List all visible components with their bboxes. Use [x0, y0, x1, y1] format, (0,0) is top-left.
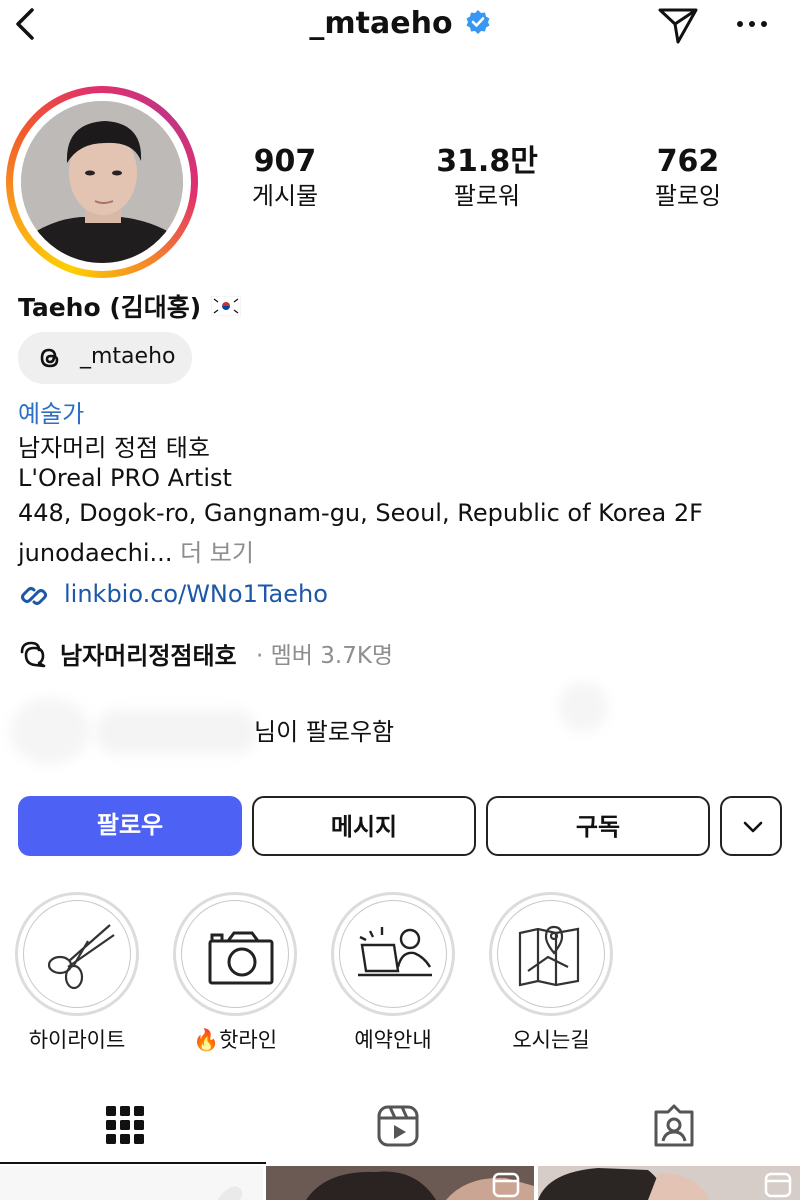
followed-by-row[interactable]: 님이 팔로우함 [10, 682, 610, 766]
highlight-cover [181, 900, 289, 1008]
map-icon [518, 925, 580, 987]
bio-truncated-line: junodaechi... 더 보기 [18, 533, 254, 568]
active-tab-indicator [0, 1162, 266, 1164]
message-button[interactable]: 메시지 [252, 796, 476, 856]
highlight-cover [339, 900, 447, 1008]
highlight-label: 하이라이트 [28, 1028, 126, 1052]
highlight-cover [23, 900, 131, 1008]
bio-truncated-text: junodaechi... [18, 539, 173, 567]
channel-member-count: · 멤버 3.7K명 [256, 643, 394, 669]
username-text: _mtaeho [309, 6, 453, 41]
suggested-accounts-button[interactable] [720, 796, 782, 856]
threads-icon [40, 348, 59, 368]
verified-badge-icon [466, 9, 490, 34]
scissors-icon [47, 924, 115, 990]
laptop-person-icon [358, 927, 432, 977]
highlight-label: 🔥핫라인 [172, 1024, 298, 1054]
avatar [21, 101, 183, 263]
post-thumbnail[interactable] [538, 1166, 800, 1200]
stat-following-label: 팔로잉 [654, 182, 722, 210]
threads-badge[interactable]: _mtaeho [18, 332, 192, 384]
grid-icon[interactable] [104, 1104, 146, 1146]
follower-avatars-blurred [10, 698, 90, 764]
bio-line: 남자머리 정점 태호 [18, 434, 210, 462]
highlight-item[interactable]: 예약안내 [330, 892, 456, 1054]
follower-names-blurred [96, 710, 256, 754]
highlight-item[interactable]: 🔥핫라인 [172, 892, 298, 1054]
korea-flag-icon [211, 296, 242, 316]
profile-name-text: Taeho (김대홍) [18, 293, 202, 322]
fire-emoji: 🔥 [192, 1028, 220, 1052]
threads-handle: _mtaeho [80, 344, 176, 369]
camera-icon [208, 931, 274, 985]
highlight-label-text: 핫라인 [219, 1028, 278, 1052]
more-icon[interactable] [732, 8, 772, 38]
highlight-ring [331, 892, 455, 1016]
highlight-ring [15, 892, 139, 1016]
follow-button[interactable]: 팔로우 [18, 796, 242, 856]
link-chain-icon [21, 587, 47, 605]
channel-name: 남자머리정점태호 [60, 642, 237, 670]
profile-link-text[interactable]: linkbio.co/WNo1Taeho [64, 580, 328, 608]
reel-badge-icon [764, 1172, 792, 1198]
stat-posts-count: 907 [253, 144, 317, 179]
avatar-frame [13, 93, 191, 271]
post-image [218, 1186, 243, 1200]
stat-posts[interactable]: 907 게시물 [195, 144, 375, 212]
avatar-portrait [21, 101, 183, 263]
profile-header: _mtaeho [0, 0, 800, 50]
chevron-down-icon [743, 821, 763, 833]
post-thumbnail[interactable] [0, 1166, 263, 1200]
avatar-story-ring[interactable] [6, 86, 198, 278]
channel-chat-icon [20, 641, 46, 668]
followed-by-text: 님이 팔로우함 [254, 718, 395, 746]
highlight-label: 예약안내 [354, 1028, 432, 1052]
profile-name: Taeho (김대홍) [18, 288, 242, 324]
highlight-item[interactable]: 오시는길 [488, 892, 614, 1054]
tagged-icon[interactable] [652, 1104, 696, 1148]
highlight-item[interactable]: 하이라이트 [14, 892, 140, 1054]
bio-more-link[interactable]: 더 보기 [180, 539, 254, 567]
blurred-region [558, 682, 608, 732]
send-icon[interactable] [656, 4, 700, 46]
highlight-ring [489, 892, 613, 1016]
reel-badge-icon [492, 1172, 520, 1198]
profile-category: 예술가 [18, 400, 85, 428]
reels-icon[interactable] [376, 1104, 420, 1148]
stat-posts-label: 게시물 [251, 182, 319, 210]
stat-followers-label: 팔로워 [453, 182, 521, 210]
stat-following[interactable]: 762 팔로잉 [598, 144, 778, 212]
bio-line: 448, Dogok-ro, Gangnam-gu, Seoul, Republ… [18, 499, 703, 527]
highlight-ring [173, 892, 297, 1016]
stat-following-count: 762 [656, 144, 720, 179]
subscribe-button[interactable]: 구독 [486, 796, 710, 856]
highlight-label: 오시는길 [512, 1028, 590, 1052]
stat-followers-count: 31.8만 [436, 144, 538, 179]
bio-line: L'Oreal PRO Artist [18, 464, 232, 492]
highlight-cover [497, 900, 605, 1008]
post-image [538, 1166, 800, 1200]
post-thumbnail[interactable] [266, 1166, 534, 1200]
stat-followers[interactable]: 31.8만 팔로워 [397, 144, 577, 212]
